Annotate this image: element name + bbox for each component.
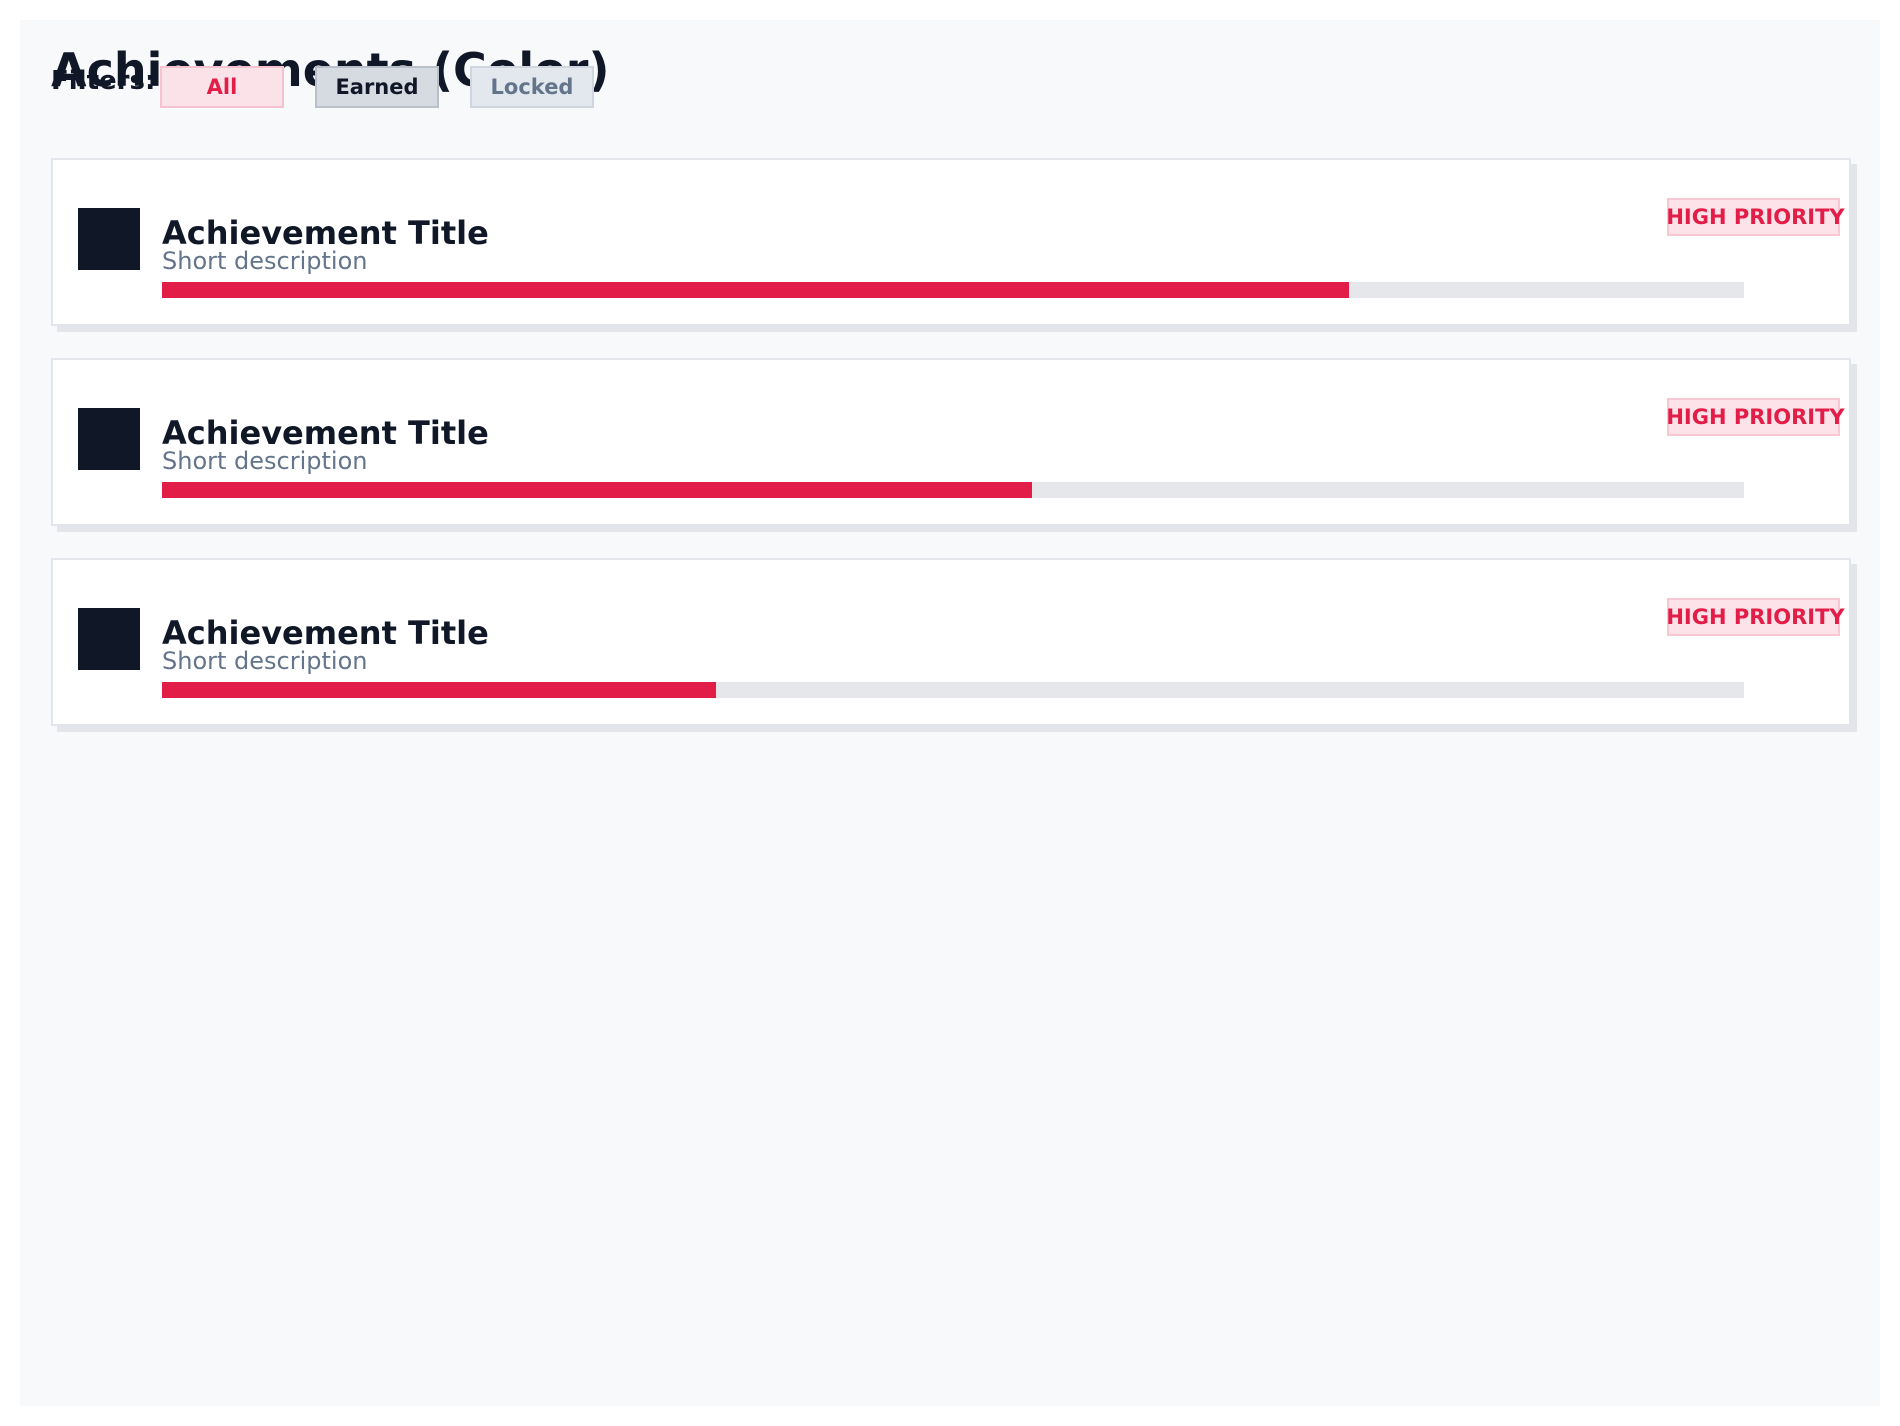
filter-locked-button[interactable]: Locked — [470, 66, 594, 108]
achievement-card[interactable]: Achievement Title Short description HIGH… — [51, 558, 1851, 726]
achievement-card[interactable]: Achievement Title Short description HIGH… — [51, 158, 1851, 326]
achievement-description: Short description — [162, 647, 368, 675]
filter-earned-button[interactable]: Earned — [315, 66, 439, 108]
page-container: Achievements (Color) Filters: All Earned… — [20, 20, 1880, 1406]
progress-bar — [162, 282, 1744, 298]
achievement-icon — [78, 208, 140, 270]
progress-fill — [162, 682, 716, 698]
achievement-description: Short description — [162, 247, 368, 275]
progress-fill — [162, 482, 1033, 498]
priority-badge: HIGH PRIORITY — [1666, 198, 1845, 236]
progress-fill — [162, 282, 1349, 298]
achievement-icon — [78, 408, 140, 470]
priority-badge: HIGH PRIORITY — [1666, 398, 1845, 436]
priority-badge-label: HIGH PRIORITY — [1666, 405, 1845, 429]
priority-badge-label: HIGH PRIORITY — [1666, 205, 1845, 229]
progress-bar — [162, 682, 1744, 698]
achievement-card[interactable]: Achievement Title Short description HIGH… — [51, 358, 1851, 526]
filter-all-button[interactable]: All — [160, 66, 284, 108]
priority-badge-label: HIGH PRIORITY — [1666, 605, 1845, 629]
filters-label: Filters: — [51, 66, 156, 96]
progress-bar — [162, 482, 1744, 498]
achievement-description: Short description — [162, 447, 368, 475]
priority-badge: HIGH PRIORITY — [1666, 598, 1845, 636]
achievement-icon — [78, 608, 140, 670]
